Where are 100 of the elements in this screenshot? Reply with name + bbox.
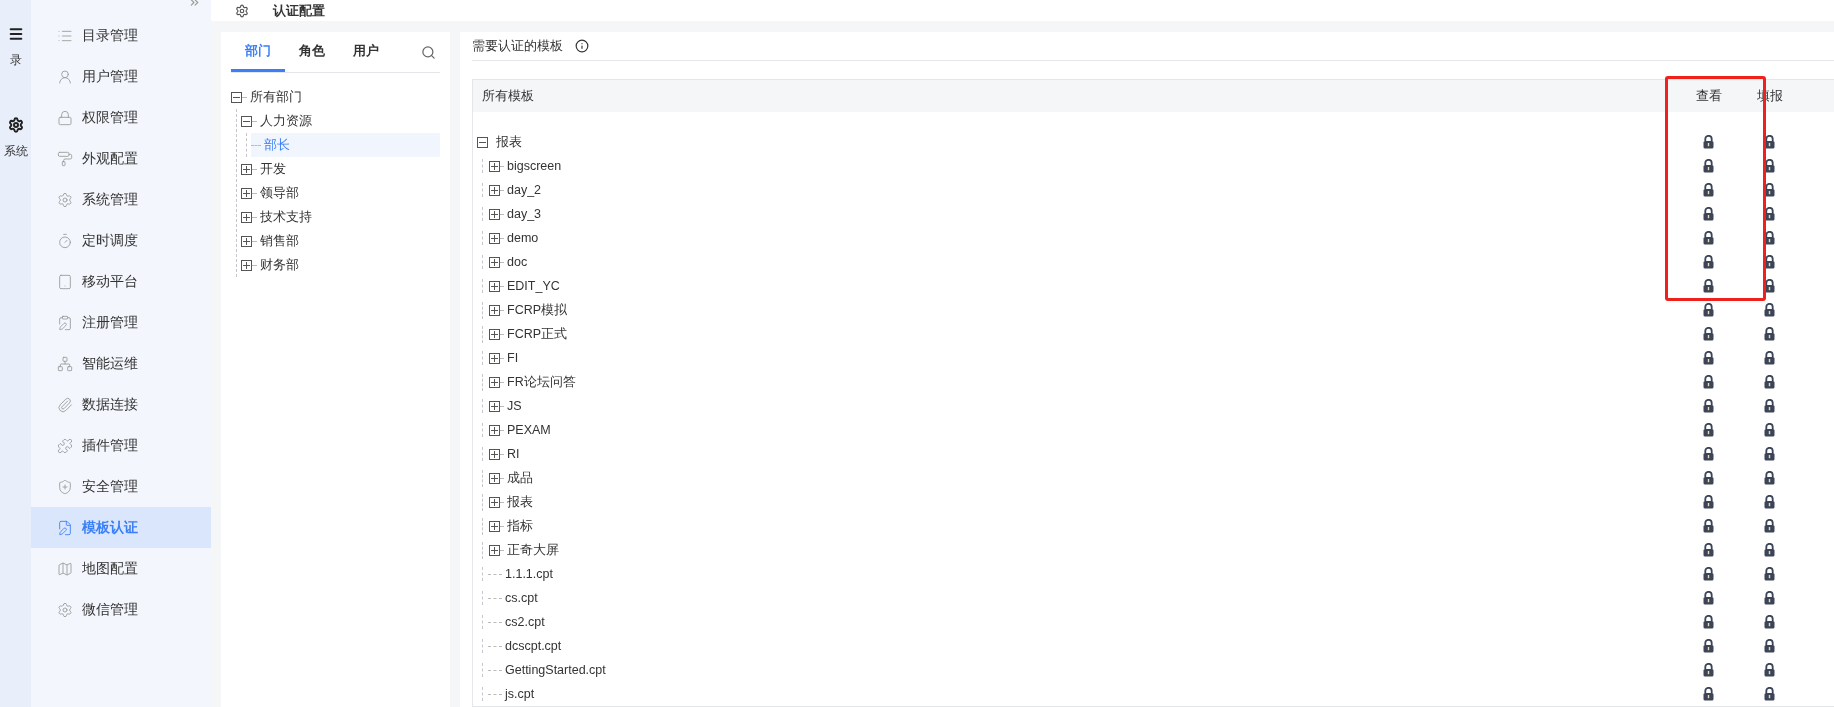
- lock-icon[interactable]: [1703, 519, 1714, 533]
- lock-icon[interactable]: [1764, 519, 1775, 533]
- info-icon[interactable]: [575, 39, 589, 53]
- tree-item[interactable]: FI: [489, 351, 519, 365]
- expand-toggle[interactable]: [241, 163, 252, 175]
- expand-toggle[interactable]: [241, 187, 252, 199]
- tree-item[interactable]: cs.cpt: [489, 591, 538, 605]
- lock-icon[interactable]: [1703, 231, 1714, 245]
- lock-icon[interactable]: [1764, 375, 1775, 389]
- sidebar-item[interactable]: 数据连接: [31, 384, 211, 425]
- tree-item[interactable]: 开发: [241, 157, 440, 181]
- lock-icon[interactable]: [1764, 135, 1775, 149]
- lock-icon[interactable]: [1703, 471, 1714, 485]
- lock-icon[interactable]: [1764, 399, 1775, 413]
- tree-item[interactable]: demo: [489, 231, 539, 245]
- tree-item[interactable]: day_3: [489, 207, 542, 221]
- tree-item[interactable]: 正奇大屏: [489, 541, 559, 559]
- lock-icon[interactable]: [1703, 351, 1714, 365]
- tree-item[interactable]: RI: [489, 447, 520, 461]
- lock-icon[interactable]: [1764, 567, 1775, 581]
- sidebar-item[interactable]: 插件管理: [31, 425, 211, 466]
- lock-icon[interactable]: [1764, 591, 1775, 605]
- lock-icon[interactable]: [1703, 207, 1714, 221]
- lock-icon[interactable]: [1764, 687, 1775, 701]
- lock-icon[interactable]: [1764, 423, 1775, 437]
- tree-item[interactable]: cs2.cpt: [489, 615, 545, 629]
- lock-icon[interactable]: [1703, 423, 1714, 437]
- tree-item[interactable]: 指标: [489, 517, 533, 535]
- tree-item[interactable]: 人力资源: [241, 109, 440, 133]
- sidebar-item[interactable]: 外观配置: [31, 138, 211, 179]
- lock-icon[interactable]: [1703, 327, 1714, 341]
- lock-icon[interactable]: [1764, 639, 1775, 653]
- sidebar-item[interactable]: 权限管理: [31, 97, 211, 138]
- lock-icon[interactable]: [1764, 159, 1775, 173]
- menu-icon[interactable]: [7, 26, 24, 42]
- expand-toggle[interactable]: [489, 208, 500, 220]
- tree-item[interactable]: js.cpt: [489, 687, 535, 701]
- tab[interactable]: 部门: [231, 32, 285, 72]
- lock-icon[interactable]: [1703, 639, 1714, 653]
- sidebar-item[interactable]: 目录管理: [31, 15, 211, 56]
- tree-item[interactable]: PEXAM: [489, 423, 551, 437]
- sidebar-item[interactable]: 移动平台: [31, 261, 211, 302]
- lock-icon[interactable]: [1764, 303, 1775, 317]
- lock-icon[interactable]: [1703, 591, 1714, 605]
- lock-icon[interactable]: [1703, 159, 1714, 173]
- lock-icon[interactable]: [1764, 495, 1775, 509]
- tree-item[interactable]: 销售部: [241, 229, 440, 253]
- sidebar-item[interactable]: 智能运维: [31, 343, 211, 384]
- expand-toggle[interactable]: [489, 448, 500, 460]
- tree-item[interactable]: 成品: [489, 469, 533, 487]
- lock-icon[interactable]: [1764, 543, 1775, 557]
- lock-icon[interactable]: [1764, 327, 1775, 341]
- expand-toggle[interactable]: [477, 136, 488, 148]
- lock-icon[interactable]: [1764, 471, 1775, 485]
- sidebar-item[interactable]: 用户管理: [31, 56, 211, 97]
- expand-toggle[interactable]: [241, 235, 252, 247]
- lock-icon[interactable]: [1703, 447, 1714, 461]
- tree-item[interactable]: JS: [489, 399, 522, 413]
- expand-toggle[interactable]: [489, 496, 500, 508]
- tree-item[interactable]: day_2: [489, 183, 542, 197]
- expand-toggle[interactable]: [489, 256, 500, 268]
- tree-item[interactable]: 报表: [489, 493, 533, 511]
- expand-toggle[interactable]: [489, 472, 500, 484]
- lock-icon[interactable]: [1703, 687, 1714, 701]
- tree-item[interactable]: 所有部门: [231, 85, 440, 109]
- tree-item[interactable]: GettingStarted.cpt: [489, 663, 606, 677]
- expand-toggle[interactable]: [489, 304, 500, 316]
- sidebar-item[interactable]: 注册管理: [31, 302, 211, 343]
- lock-icon[interactable]: [1703, 495, 1714, 509]
- lock-icon[interactable]: [1703, 399, 1714, 413]
- expand-toggle[interactable]: [489, 544, 500, 556]
- expand-toggle[interactable]: [489, 424, 500, 436]
- rail-label[interactable]: 系统: [3, 143, 28, 160]
- tree-item[interactable]: EDIT_YC: [489, 279, 560, 293]
- lock-icon[interactable]: [1764, 663, 1775, 677]
- lock-icon[interactable]: [1764, 207, 1775, 221]
- expand-toggle[interactable]: [241, 211, 252, 223]
- sidebar-item[interactable]: 系统管理: [31, 179, 211, 220]
- expand-toggle[interactable]: [489, 376, 500, 388]
- expand-toggle[interactable]: [489, 328, 500, 340]
- tree-item[interactable]: bigscreen: [489, 159, 562, 173]
- lock-icon[interactable]: [1764, 351, 1775, 365]
- search-icon[interactable]: [421, 44, 436, 60]
- lock-icon[interactable]: [1703, 183, 1714, 197]
- expand-toggle[interactable]: [241, 259, 252, 271]
- tree-item[interactable]: 技术支持: [241, 205, 440, 229]
- expand-toggle[interactable]: [489, 232, 500, 244]
- expand-toggle[interactable]: [489, 160, 500, 172]
- sidebar-item[interactable]: 定时调度: [31, 220, 211, 261]
- expand-toggle[interactable]: [489, 352, 500, 364]
- tree-item[interactable]: FCRP模拟: [489, 301, 568, 319]
- tab[interactable]: 用户: [339, 32, 393, 72]
- lock-icon[interactable]: [1764, 255, 1775, 269]
- gear-icon[interactable]: [7, 117, 24, 133]
- lock-icon[interactable]: [1764, 615, 1775, 629]
- tab[interactable]: 角色: [285, 32, 339, 72]
- sidebar-item[interactable]: 安全管理: [31, 466, 211, 507]
- tree-item[interactable]: doc: [489, 255, 528, 269]
- lock-icon[interactable]: [1703, 615, 1714, 629]
- lock-icon[interactable]: [1764, 183, 1775, 197]
